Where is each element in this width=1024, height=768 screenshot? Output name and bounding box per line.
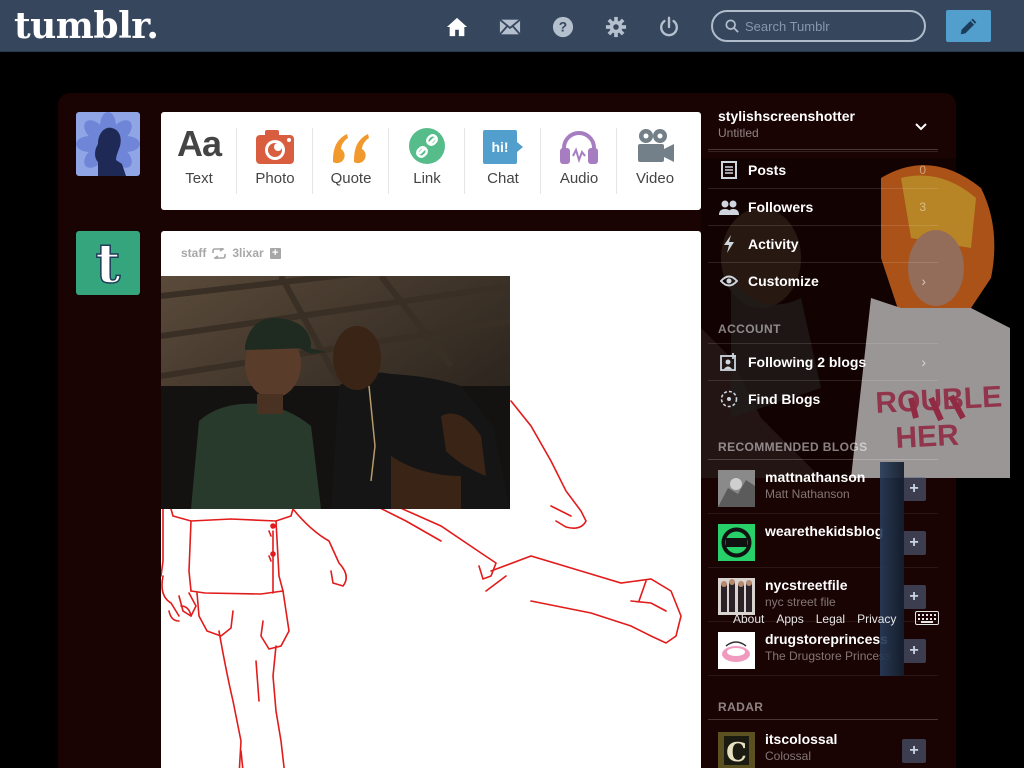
chevron-right-icon: › — [921, 354, 926, 370]
post-type-label: Link — [413, 170, 441, 187]
post-type-audio[interactable]: Audio — [541, 112, 617, 210]
add-person-icon — [718, 351, 740, 373]
blog-thumbnail — [718, 632, 755, 669]
footer-link-privacy[interactable]: Privacy — [857, 612, 896, 626]
blog-title: Matt Nathanson — [765, 487, 850, 501]
footer-link-apps[interactable]: Apps — [776, 612, 803, 626]
sidebar-item-label: Following 2 blogs — [748, 354, 867, 370]
post-type-label: Photo — [255, 170, 295, 187]
sidebar-item-label: Find Blogs — [748, 391, 821, 407]
chevron-down-icon[interactable] — [914, 120, 928, 134]
sidebar-item-activity[interactable]: Activity — [708, 225, 938, 262]
blog-thumbnail: C — [718, 732, 755, 768]
blog-title: nyc street file — [765, 595, 836, 609]
power-icon[interactable] — [656, 14, 682, 40]
sidebar-item-label: Posts — [748, 162, 787, 178]
people-icon — [718, 196, 740, 218]
followers-count: 3 — [919, 200, 926, 214]
radar-heading: RADAR — [718, 700, 764, 714]
scrollbar[interactable] — [880, 462, 904, 676]
camera-icon — [256, 130, 294, 164]
search-icon — [725, 19, 739, 33]
follow-button[interactable]: + — [902, 739, 926, 763]
post-photo[interactable] — [161, 276, 510, 509]
follow-button[interactable]: + — [902, 477, 926, 501]
quote-icon — [333, 134, 369, 164]
blog-thumbnail — [718, 524, 755, 561]
posts-count: 0 — [919, 163, 926, 177]
tumblr-logo[interactable]: tumblr. — [14, 2, 159, 50]
sidebar-item-find-blogs[interactable]: Find Blogs — [708, 380, 938, 417]
blog-title: Colossal — [765, 749, 812, 763]
post-type-label: Quote — [330, 170, 372, 187]
post-type-link[interactable]: Link — [389, 112, 465, 210]
user-avatar[interactable] — [76, 112, 140, 176]
post-type-label: Audio — [559, 170, 599, 187]
blog-name[interactable]: mattnathanson — [765, 469, 865, 485]
pencil-icon — [960, 18, 976, 35]
compose-button[interactable] — [946, 10, 991, 42]
top-navigation-bar: tumblr. ? — [0, 0, 1024, 52]
headphones-icon — [560, 131, 598, 164]
sidebar-item-label: Followers — [748, 199, 814, 215]
staff-avatar[interactable]: t — [76, 231, 140, 295]
footer-link-legal[interactable]: Legal — [816, 612, 845, 626]
link-icon — [409, 128, 445, 164]
post-type-chat[interactable]: hi! Chat — [465, 112, 541, 210]
compass-icon — [718, 388, 740, 410]
sidebar-item-followers[interactable]: Followers 3 — [708, 188, 938, 225]
footer-links: About Apps Legal Privacy — [733, 612, 896, 626]
section-divider — [708, 719, 938, 720]
post-type-label: Video — [635, 170, 675, 187]
help-icon[interactable]: ? — [550, 14, 576, 40]
dashboard-post: staff 3lixar + — [161, 231, 701, 768]
chevron-right-icon: › — [921, 273, 926, 289]
radar-blog[interactable]: C itscolossal Colossal + — [708, 722, 938, 768]
sidebar-item-customize[interactable]: Customize › — [708, 262, 938, 299]
search-box[interactable] — [711, 10, 926, 42]
sidebar-item-label: Customize — [748, 273, 819, 289]
blog-name[interactable]: stylishscreenshotter — [718, 108, 855, 124]
sidebar-item-following[interactable]: Following 2 blogs › — [708, 343, 938, 380]
post-type-label: Chat — [487, 170, 519, 187]
video-camera-icon — [638, 129, 674, 162]
svg-text:t: t — [96, 238, 121, 288]
home-icon[interactable] — [444, 14, 470, 40]
footer-link-about[interactable]: About — [733, 612, 764, 626]
blog-title: The Drugstore Princess — [765, 649, 892, 663]
post-type-label: Text — [185, 170, 213, 187]
blog-name[interactable]: wearethekidsblog — [765, 523, 883, 539]
svg-text:?: ? — [559, 20, 567, 35]
svg-text:hi!: hi! — [491, 139, 508, 155]
post-type-text[interactable]: Aa Text — [161, 112, 237, 210]
svg-text:C: C — [726, 738, 747, 768]
lightning-icon — [718, 233, 740, 255]
eye-icon — [718, 270, 740, 292]
chat-icon: hi! — [483, 130, 523, 164]
blog-title: Untitled — [718, 126, 759, 140]
sidebar-item-posts[interactable]: Posts 0 — [708, 151, 938, 188]
blog-name[interactable]: nycstreetfile — [765, 577, 847, 593]
search-input[interactable] — [745, 16, 915, 36]
keyboard-icon[interactable] — [915, 611, 939, 625]
blog-thumbnail — [718, 470, 755, 507]
blog-thumbnail — [718, 578, 755, 615]
follow-button[interactable]: + — [902, 585, 926, 609]
document-icon — [718, 159, 740, 181]
blog-name[interactable]: itscolossal — [765, 731, 837, 747]
post-type-photo[interactable]: Photo — [237, 112, 313, 210]
account-heading: ACCOUNT — [718, 322, 781, 336]
post-type-video[interactable]: Video — [617, 112, 693, 210]
follow-button[interactable]: + — [902, 531, 926, 555]
mail-icon[interactable] — [497, 14, 523, 40]
text-icon: Aa — [176, 123, 222, 164]
post-type-bar: Aa Text Photo Quote Link hi! Chat Audio — [161, 112, 701, 210]
blog-name[interactable]: drugstoreprincess — [765, 631, 888, 647]
recommended-heading: RECOMMENDED BLOGS — [718, 440, 868, 454]
follow-button[interactable]: + — [902, 639, 926, 663]
settings-icon[interactable] — [603, 14, 629, 40]
blog-header[interactable]: stylishscreenshotter Untitled — [708, 104, 938, 150]
sidebar-item-label: Activity — [748, 236, 799, 252]
post-type-quote[interactable]: Quote — [313, 112, 389, 210]
